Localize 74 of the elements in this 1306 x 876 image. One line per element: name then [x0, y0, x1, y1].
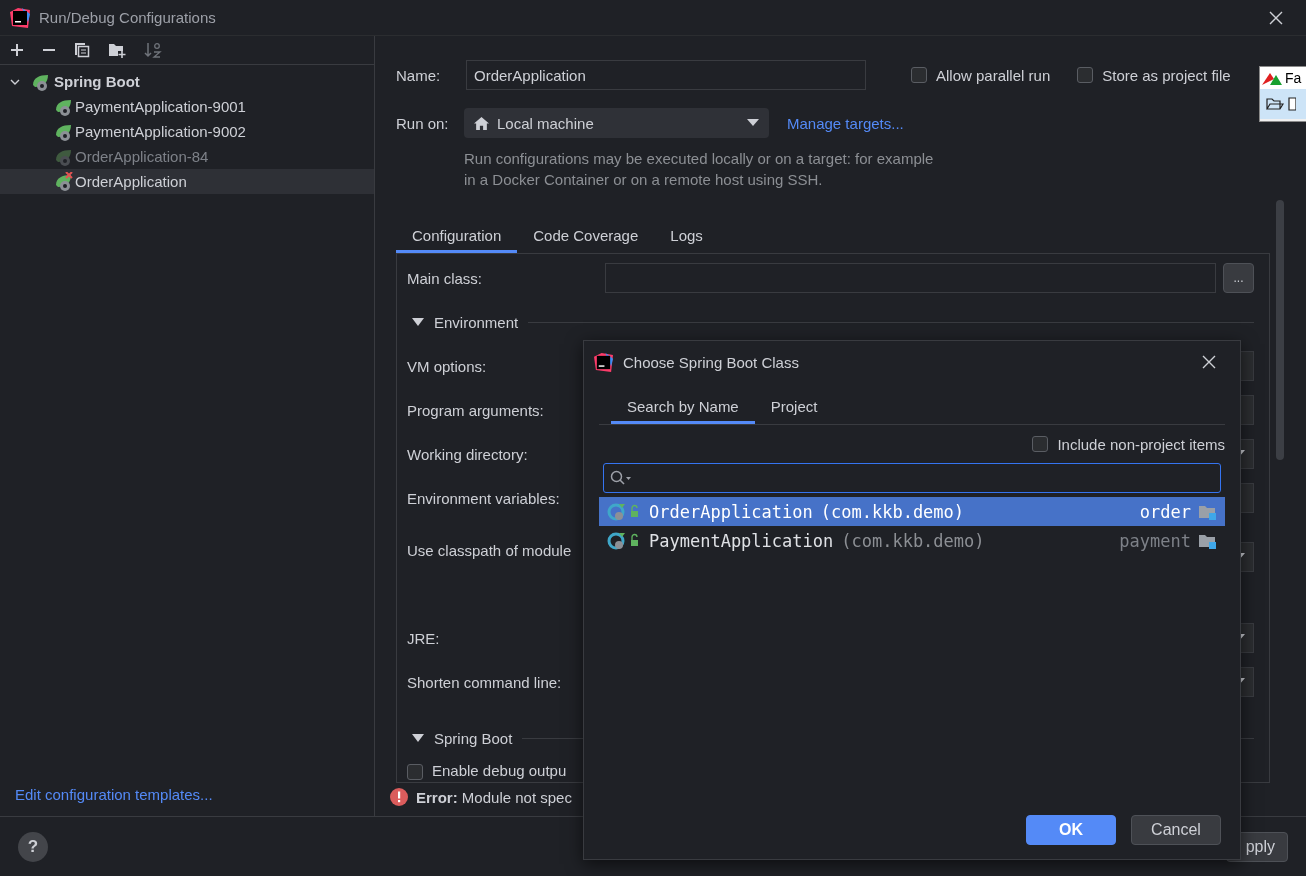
checkbox-label[interactable]: Store as project file: [1102, 66, 1231, 84]
module-folder-icon: [1199, 532, 1217, 549]
app-logo-icon: [594, 352, 613, 372]
expanded-triangle-icon[interactable]: [412, 317, 424, 327]
field-label: Program arguments:: [407, 401, 545, 419]
field-label: Working directory:: [407, 445, 529, 463]
tree-item[interactable]: PaymentApplication-9002: [0, 119, 374, 144]
module-name: payment: [1119, 530, 1191, 551]
error-message: Error: Module not spec: [416, 788, 572, 806]
tab[interactable]: Search by Name: [611, 391, 755, 424]
tab[interactable]: Code Coverage: [517, 220, 655, 253]
window-title: Fa: [1285, 70, 1302, 86]
tree-item[interactable]: OrderApplication: [0, 169, 374, 194]
tab[interactable]: Logs: [654, 220, 719, 253]
close-icon[interactable]: [1269, 10, 1283, 25]
checkbox[interactable]: [1077, 67, 1094, 83]
tree-item[interactable]: PaymentApplication-9001: [0, 94, 374, 119]
target-dropdown[interactable]: Local machine: [464, 108, 769, 138]
class-name: OrderApplication: [649, 501, 813, 522]
field-label: Shorten command line:: [407, 673, 563, 691]
checkbox-label[interactable]: Allow parallel run: [936, 66, 1051, 84]
expanded-triangle-icon[interactable]: [412, 733, 424, 743]
error-icon: [390, 788, 408, 806]
document-icon[interactable]: [1288, 96, 1296, 112]
section-label[interactable]: Spring Boot: [434, 729, 513, 747]
module-name: order: [1139, 501, 1191, 522]
new-folder-icon[interactable]: [108, 42, 126, 58]
app-logo-icon: [10, 7, 30, 28]
checkbox[interactable]: [911, 67, 927, 83]
cancel-button[interactable]: Cancel: [1131, 815, 1221, 845]
package-name: (com.kkb.demo): [841, 530, 985, 551]
window-title: Run/Debug Configurations: [39, 9, 216, 26]
field-label: Use classpath of module: [407, 542, 573, 559]
manage-targets-link[interactable]: Manage targets...: [787, 114, 904, 132]
add-icon[interactable]: [10, 43, 24, 57]
checkbox[interactable]: [407, 764, 423, 780]
tab[interactable]: Configuration: [396, 220, 518, 253]
field-label: Main class:: [407, 269, 484, 287]
search-field[interactable]: [603, 463, 1221, 493]
field-label: JRE:: [407, 629, 441, 647]
copy-icon[interactable]: [74, 42, 90, 58]
name-field[interactable]: OrderApplication: [466, 60, 866, 90]
package-name: (com.kkb.demo): [820, 501, 965, 522]
browse-button[interactable]: ...: [1223, 263, 1254, 293]
dropdown-arrow-icon[interactable]: [747, 119, 759, 127]
spring-class-icon: [607, 501, 641, 522]
templates-link[interactable]: Edit configuration templates...: [15, 786, 374, 803]
close-icon[interactable]: [1202, 355, 1216, 369]
section-label[interactable]: Environment: [434, 313, 519, 331]
field-label: VM options:: [407, 357, 488, 375]
help-button[interactable]: ?: [18, 831, 48, 862]
spring-error-icon: [55, 171, 75, 192]
home-icon: [474, 115, 489, 131]
hint-text: Run configurations may be executed locally or on a target: for example in a Docker Container or on a remote host using SSH.: [464, 149, 934, 190]
run-on-label: Run on:: [396, 114, 450, 132]
name-label: Name:: [396, 66, 442, 84]
tree-item[interactable]: OrderApplication-84: [0, 144, 374, 169]
module-folder-icon: [1199, 503, 1217, 520]
open-folder-icon[interactable]: [1266, 96, 1284, 112]
checkbox[interactable]: [1032, 436, 1049, 452]
checkbox-label[interactable]: Enable debug outpu: [432, 762, 567, 779]
spring-class-icon: [607, 530, 641, 551]
tab[interactable]: Project: [754, 391, 834, 424]
class-name: PaymentApplication: [649, 530, 834, 551]
class-list-item[interactable]: PaymentApplication (com.kkb.demo) payment: [599, 526, 1225, 555]
scrollbar-thumb[interactable]: [1276, 200, 1284, 460]
tree-group-label[interactable]: Spring Boot: [54, 73, 140, 90]
field-label: Environment variables:: [407, 489, 561, 507]
class-list-item[interactable]: OrderApplication (com.kkb.demo) order: [599, 497, 1225, 526]
search-icon: [610, 470, 632, 486]
dialog-title: Choose Spring Boot Class: [623, 353, 799, 371]
app-logo-icon: [1262, 71, 1282, 85]
text-field[interactable]: [605, 263, 1216, 293]
checkbox-label[interactable]: Include non-project items: [1057, 435, 1225, 453]
